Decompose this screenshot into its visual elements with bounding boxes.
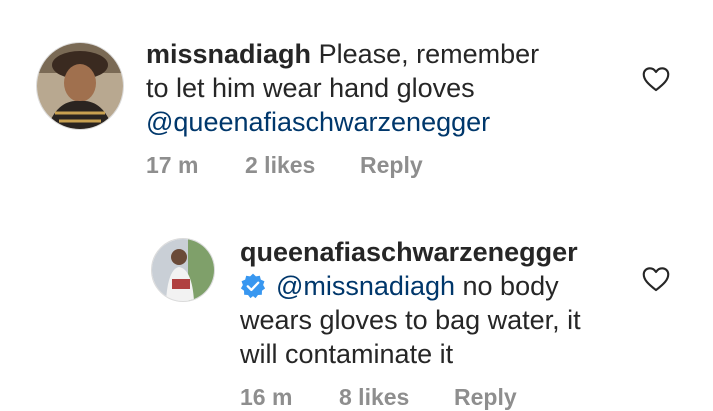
comment-username[interactable]: missnadiagh	[146, 39, 311, 69]
heart-icon[interactable]	[642, 266, 670, 292]
comment-text-line: to let him wear hand gloves	[146, 73, 475, 103]
likes-count[interactable]: 2 likes	[245, 152, 315, 179]
comment-text-line: will contaminate it	[240, 339, 454, 369]
verified-badge-icon	[240, 273, 266, 299]
reply-button[interactable]: Reply	[360, 152, 423, 179]
comment-time: 16 m	[240, 384, 293, 410]
avatar-missnadiagh[interactable]	[36, 42, 124, 130]
heart-icon[interactable]	[642, 66, 670, 92]
comment-username[interactable]: queenafiaschwarzenegger	[240, 237, 578, 267]
comment-time: 17 m	[146, 152, 199, 178]
avatar-queenafiaschwarzenegger[interactable]	[151, 238, 215, 302]
comment-2-body: queenafiaschwarzenegger @missnadiagh no …	[240, 235, 660, 371]
comment-1-body: missnadiagh Please, remember to let him …	[146, 37, 566, 139]
comment-text-line: Please, remember	[318, 39, 540, 69]
avatar-image	[37, 43, 123, 129]
comment-text-line: no body	[462, 271, 559, 301]
mention-link[interactable]: @missnadiagh	[276, 271, 455, 301]
avatar-image	[152, 239, 214, 301]
mention-link[interactable]: @queenafiaschwarzenegger	[146, 105, 566, 139]
comment-text-line: wears gloves to bag water, it	[240, 305, 581, 335]
likes-count[interactable]: 8 likes	[339, 384, 409, 411]
reply-button[interactable]: Reply	[454, 384, 517, 411]
